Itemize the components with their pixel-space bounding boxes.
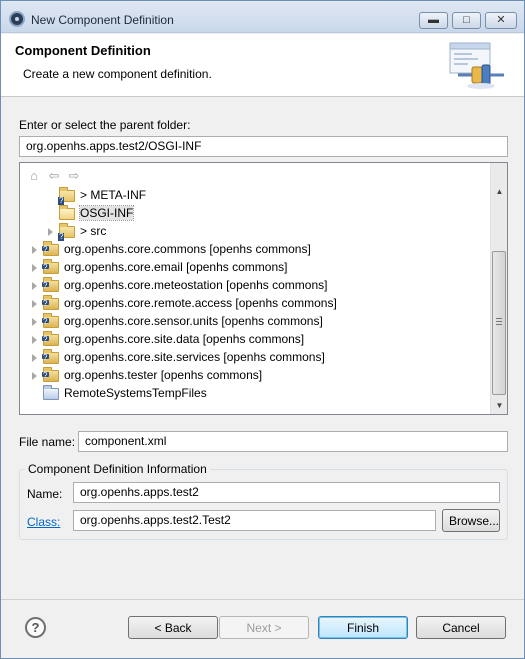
expand-icon[interactable]: [32, 353, 37, 362]
remote-folder-icon: [43, 384, 59, 400]
tree-item-project[interactable]: org.openhs.core.site.services [openhs co…: [32, 348, 325, 366]
tree-item-project[interactable]: org.openhs.core.commons [openhs commons]: [32, 240, 311, 258]
tree-item-label: org.openhs.tester [openhs commons]: [64, 368, 263, 382]
wizard-header: Component Definition Create a new compon…: [1, 34, 524, 97]
folder-open-icon: [59, 204, 75, 220]
next-button[interactable]: Next >: [219, 616, 309, 639]
forward-arrow-icon[interactable]: ⇨: [66, 168, 82, 184]
tree-item-label: org.openhs.core.site.data [openhs common…: [64, 332, 305, 346]
expand-icon[interactable]: [32, 281, 37, 290]
tree-item-meta-inf[interactable]: > META-INF: [48, 186, 147, 205]
maximize-icon: □: [463, 14, 470, 26]
page-title: Component Definition: [15, 43, 151, 58]
tree-item-remote[interactable]: RemoteSystemsTempFiles: [32, 384, 207, 402]
project-icon: [42, 240, 59, 256]
eclipse-icon: [9, 11, 25, 27]
home-icon[interactable]: ⌂: [26, 168, 42, 184]
tree-item-label: org.openhs.core.commons [openhs commons]: [64, 242, 311, 256]
tree-item-label: org.openhs.core.meteostation [openhs com…: [64, 278, 328, 292]
package-folder-icon: [58, 222, 75, 241]
parent-folder-input[interactable]: org.openhs.apps.test2/OSGI-INF: [19, 136, 508, 157]
dialog-window: New Component Definition ▬ □ ✕ Component…: [0, 0, 525, 659]
help-icon[interactable]: ?: [25, 617, 46, 638]
back-arrow-icon[interactable]: ⇦: [46, 168, 62, 184]
grip-icon: [496, 318, 502, 325]
page-description: Create a new component definition.: [23, 67, 212, 81]
footer-separator: [1, 599, 524, 600]
tree-scrollbar[interactable]: ▲ ▼: [490, 163, 507, 414]
tree-item-label: org.openhs.core.site.services [openhs co…: [64, 350, 325, 364]
minimize-button[interactable]: ▬: [419, 12, 448, 29]
back-button[interactable]: < Back: [128, 616, 218, 639]
expand-icon[interactable]: [32, 317, 37, 326]
tree-item-project[interactable]: org.openhs.core.meteostation [openhs com…: [32, 276, 327, 294]
scroll-up-icon[interactable]: ▲: [491, 183, 508, 200]
close-button[interactable]: ✕: [485, 12, 517, 29]
class-link[interactable]: Class:: [27, 515, 60, 529]
tree-item-project[interactable]: org.openhs.tester [openhs commons]: [32, 366, 262, 384]
tree-item-project[interactable]: org.openhs.core.remote.access [openhs co…: [32, 294, 337, 312]
folder-icon: [58, 186, 75, 205]
plugin-wizard-icon: [449, 42, 504, 89]
expand-icon[interactable]: [48, 227, 53, 236]
file-name-label: File name:: [19, 435, 76, 449]
window-title: New Component Definition: [31, 13, 174, 27]
browse-button[interactable]: Browse...: [442, 509, 500, 532]
class-input[interactable]: org.openhs.apps.test2.Test2: [73, 510, 436, 531]
tree-item-label: OSGI-INF: [78, 205, 135, 221]
project-icon: [42, 330, 59, 346]
tree-item-osgi-inf[interactable]: OSGI-INF: [48, 204, 135, 222]
maximize-button[interactable]: □: [452, 12, 481, 29]
expand-icon[interactable]: [32, 263, 37, 272]
project-icon: [42, 258, 59, 274]
title-bar: New Component Definition ▬ □ ✕: [1, 1, 524, 33]
folder-tree[interactable]: ⌂ ⇦ ⇨ > META-INF OSGI-INF > src org.open…: [19, 162, 508, 415]
tree-item-label: org.openhs.core.sensor.units [openhs com…: [64, 314, 323, 328]
minimize-icon: ▬: [428, 14, 439, 26]
expand-icon[interactable]: [32, 245, 37, 254]
tree-item-label: org.openhs.core.email [openhs commons]: [64, 260, 288, 274]
name-input[interactable]: org.openhs.apps.test2: [73, 482, 500, 503]
expand-icon[interactable]: [32, 299, 37, 308]
expand-icon[interactable]: [32, 335, 37, 344]
project-icon: [42, 294, 59, 310]
component-info-group-title: Component Definition Information: [25, 462, 210, 476]
scrollbar-thumb[interactable]: [492, 251, 506, 395]
project-icon: [42, 276, 59, 292]
tree-item-src[interactable]: > src: [48, 222, 107, 241]
finish-button[interactable]: Finish: [318, 616, 408, 639]
tree-item-project[interactable]: org.openhs.core.sensor.units [openhs com…: [32, 312, 323, 330]
scroll-down-icon[interactable]: ▼: [491, 397, 508, 414]
close-icon: ✕: [496, 14, 506, 26]
parent-folder-label: Enter or select the parent folder:: [19, 118, 191, 132]
cancel-button[interactable]: Cancel: [416, 616, 506, 639]
project-icon: [42, 366, 59, 382]
project-icon: [42, 312, 59, 328]
tree-item-project[interactable]: org.openhs.core.email [openhs commons]: [32, 258, 287, 276]
project-icon: [42, 348, 59, 364]
expand-icon[interactable]: [32, 371, 37, 380]
tree-item-project[interactable]: org.openhs.core.site.data [openhs common…: [32, 330, 304, 348]
file-name-input[interactable]: component.xml: [78, 431, 508, 452]
tree-item-label: > META-INF: [80, 188, 147, 202]
tree-item-label: RemoteSystemsTempFiles: [64, 386, 207, 400]
name-label: Name:: [27, 487, 63, 501]
tree-item-label: org.openhs.core.remote.access [openhs co…: [64, 296, 337, 310]
tree-item-label: > src: [80, 224, 107, 238]
